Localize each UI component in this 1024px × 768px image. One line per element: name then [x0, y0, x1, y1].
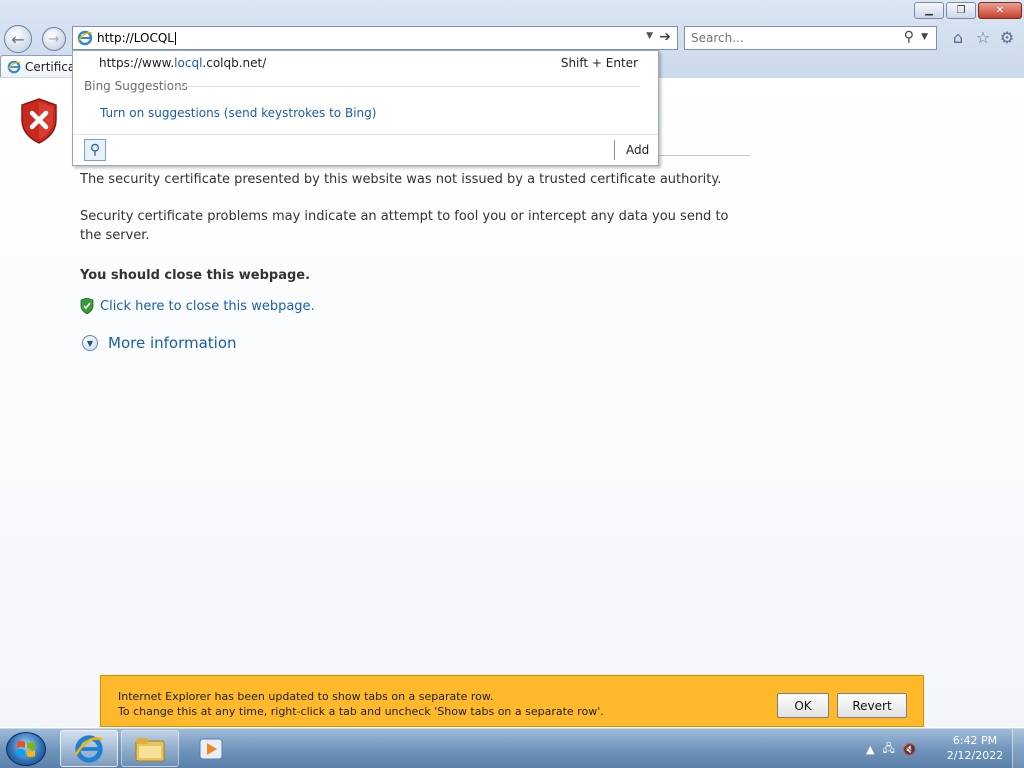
volume-muted-icon[interactable]: 🔇: [903, 743, 917, 756]
taskbar-media-player[interactable]: [182, 730, 240, 767]
url-prefix: https://www.: [99, 56, 175, 70]
text-caret: [174, 31, 176, 45]
address-input[interactable]: http://LOCQL: [97, 31, 174, 45]
address-dropdown-icon[interactable]: ▼: [646, 31, 653, 41]
address-autocomplete: https://www.locql.colqb.net/ Shift + Ent…: [72, 50, 659, 166]
ie-tab-icon: [7, 60, 21, 73]
clock[interactable]: 6:42 PM 2/12/2022: [940, 733, 1010, 763]
shortcut-hint: Shift + Enter: [560, 56, 638, 70]
notification-line1: Internet Explorer has been updated to sh…: [118, 690, 494, 703]
search-provider-icon[interactable]: ⚲: [84, 139, 106, 161]
more-information-toggle[interactable]: ▼ More information: [82, 334, 237, 352]
go-arrow-icon[interactable]: ➔: [659, 29, 671, 45]
favorites-star-icon[interactable]: ☆: [974, 29, 992, 47]
windows-logo-icon: [17, 741, 35, 757]
url-match: locql: [174, 56, 203, 70]
risk-message: Security certificate problems may indica…: [80, 209, 729, 243]
search-input[interactable]: [691, 31, 891, 45]
page-content: The security certificate presented by th…: [0, 78, 1024, 727]
folder-icon: [135, 737, 165, 761]
add-provider-button[interactable]: Add: [626, 143, 649, 157]
close-window-button[interactable]: ✕: [978, 2, 1022, 19]
home-icon[interactable]: ⌂: [949, 29, 967, 47]
taskbar-internet-explorer[interactable]: [60, 730, 118, 767]
footer-divider: [614, 140, 615, 160]
autocomplete-url-item[interactable]: https://www.locql.colqb.net/: [99, 56, 266, 70]
show-desktop-button[interactable]: [1012, 729, 1024, 768]
close-recommendation: You should close this webpage.: [80, 268, 311, 283]
taskbar: ▲ 🖧 🔇 6:42 PM 2/12/2022: [0, 728, 1024, 768]
tools-gear-icon[interactable]: ⚙: [998, 29, 1016, 47]
search-dropdown-icon[interactable]: ▼: [921, 32, 928, 42]
error-shield-icon: [21, 98, 57, 144]
revert-button[interactable]: Revert: [837, 693, 907, 718]
restore-button[interactable]: ❐: [946, 2, 976, 19]
autocomplete-footer: ⚲ Add: [73, 134, 658, 165]
taskbar-windows-explorer[interactable]: [121, 730, 179, 767]
forward-button[interactable]: →: [42, 27, 66, 51]
tab-certificate-error[interactable]: Certifica: [0, 55, 76, 77]
address-bar[interactable]: http://LOCQL ▼ ➔: [72, 26, 678, 50]
search-box[interactable]: ⚲ ▼: [684, 26, 937, 50]
section-divider: [173, 86, 639, 87]
close-webpage-link[interactable]: Click here to close this webpage.: [80, 298, 315, 314]
chevron-down-icon[interactable]: ▼: [82, 335, 98, 351]
url-suffix: .colqb.net/: [202, 56, 267, 70]
system-tray: ▲ 🖧 🔇: [866, 735, 916, 763]
internet-explorer-icon: [74, 734, 103, 763]
ie-page-icon: [77, 30, 93, 46]
show-hidden-icons-icon[interactable]: ▲: [866, 743, 874, 756]
start-button[interactable]: [6, 732, 46, 766]
tab-label: Certifica: [25, 59, 76, 74]
search-icon[interactable]: ⚲: [904, 29, 914, 45]
more-information-label[interactable]: More information: [108, 334, 237, 352]
media-player-icon: [199, 738, 223, 759]
green-shield-icon: [80, 298, 94, 314]
notification-line2: To change this at any time, right-click …: [118, 705, 604, 718]
notification-bar: Internet Explorer has been updated to sh…: [100, 675, 924, 727]
window-controls: ▁ ❐ ✕: [914, 2, 1022, 19]
network-icon[interactable]: 🖧: [882, 740, 894, 759]
turn-on-suggestions-link[interactable]: Turn on suggestions (send keystrokes to …: [100, 106, 376, 120]
clock-date: 2/12/2022: [946, 749, 1004, 762]
minimize-button[interactable]: ▁: [914, 2, 944, 19]
certificate-message: The security certificate presented by th…: [80, 172, 722, 187]
clock-time: 6:42 PM: [952, 734, 998, 747]
close-webpage-label[interactable]: Click here to close this webpage.: [100, 299, 315, 314]
back-button[interactable]: ←: [4, 25, 32, 53]
ok-button[interactable]: OK: [777, 693, 829, 718]
